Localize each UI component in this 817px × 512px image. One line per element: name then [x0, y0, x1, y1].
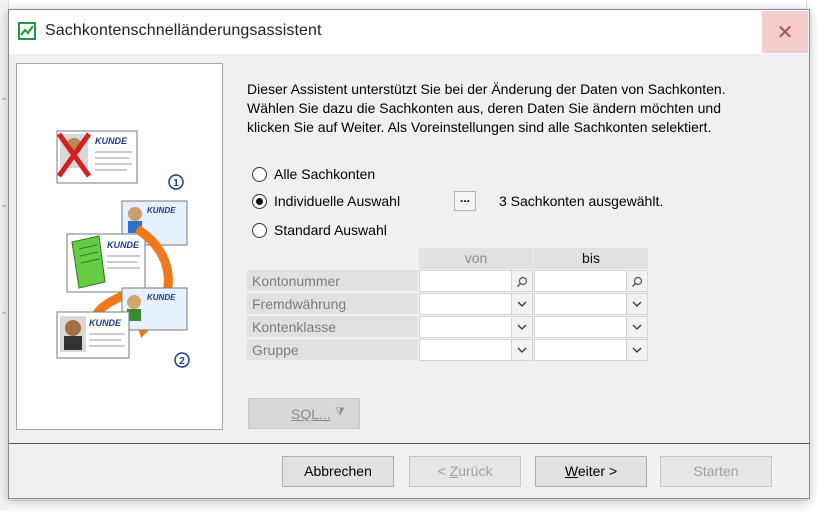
card-title: KUNDE: [95, 136, 128, 146]
group-from-dropdown[interactable]: [419, 339, 533, 361]
cancel-button[interactable]: Abbrechen: [282, 456, 394, 487]
collapse-marker-icon: ⌃: [0, 204, 9, 215]
account-number-to-field[interactable]: [534, 270, 648, 292]
window-title: Sachkontenschnelländerungsassistent: [45, 22, 322, 39]
account-class-from-dropdown[interactable]: [419, 316, 533, 338]
chevron-down-icon[interactable]: [626, 317, 647, 337]
radio-button[interactable]: [252, 166, 267, 182]
row-label-account-number: Kontonummer: [247, 270, 418, 292]
collapse-marker-icon: ⌃: [0, 97, 9, 108]
radio-label: Individuelle Auswahl: [274, 193, 401, 209]
chart-app-icon: [18, 22, 36, 40]
wizard-illustration: KUNDE 1 KUNDE KUNDE KUNDE KUNDE 2: [56, 130, 190, 368]
wizard-dialog: Sachkontenschnelländerungsassistent ✕ KU…: [8, 9, 810, 499]
intro-line: Wählen Sie dazu die Sachkonten aus, dere…: [247, 100, 721, 116]
radio-all-accounts[interactable]: Alle Sachkonten: [252, 164, 375, 184]
intro-text: Dieser Assistent unterstützt Sie bei der…: [247, 80, 792, 137]
grid-corner: [247, 248, 418, 269]
close-button[interactable]: ✕: [762, 11, 808, 53]
customer-card-bottom: KUNDE: [56, 311, 130, 359]
illustration-panel: KUNDE 1 KUNDE KUNDE KUNDE KUNDE 2: [16, 63, 223, 430]
customer-card-middle: KUNDE: [66, 233, 146, 293]
row-label-group: Gruppe: [247, 339, 418, 361]
search-icon[interactable]: [511, 271, 532, 291]
svg-text:KUNDE: KUNDE: [89, 318, 122, 328]
currency-from-dropdown[interactable]: [419, 293, 533, 315]
chevron-down-icon[interactable]: [511, 317, 532, 337]
column-header-from: von: [419, 248, 533, 269]
svg-text:KUNDE: KUNDE: [147, 206, 176, 215]
chevron-down-icon[interactable]: [511, 294, 532, 314]
sql-button[interactable]: SQL... ⧩: [248, 398, 360, 429]
intro-line: klicken Sie auf Weiter. Als Voreinstellu…: [247, 119, 712, 135]
title-bar: Sachkontenschnelländerungsassistent ✕: [9, 10, 809, 54]
account-class-to-dropdown[interactable]: [534, 316, 648, 338]
chevron-down-icon[interactable]: [511, 340, 532, 360]
row-label-foreign-currency: Fremdwährung: [247, 293, 418, 315]
account-number-from-field[interactable]: [419, 270, 533, 292]
radio-label: Standard Auswahl: [274, 222, 387, 238]
filter-icon: ⧩: [335, 406, 345, 418]
sql-button-label: SQL...: [291, 406, 331, 422]
radio-button-checked[interactable]: [252, 193, 267, 209]
selected-count-text: 3 Sachkonten ausgewählt.: [499, 193, 664, 209]
start-button[interactable]: Starten: [660, 456, 772, 487]
search-icon[interactable]: [626, 271, 647, 291]
step-two-label: 2: [179, 356, 185, 367]
group-to-dropdown[interactable]: [534, 339, 648, 361]
customer-card-crossed: KUNDE: [56, 130, 138, 184]
collapse-marker-icon: ⌃: [0, 311, 9, 322]
background-bottom-strip: [8, 500, 807, 512]
back-button[interactable]: < Zurück: [409, 456, 521, 487]
step-one-label: 1: [173, 178, 179, 189]
browse-selection-button[interactable]: ...: [454, 191, 476, 211]
radio-standard-selection[interactable]: Standard Auswahl: [252, 220, 387, 240]
chevron-down-icon[interactable]: [626, 294, 647, 314]
column-header-to: bis: [534, 248, 648, 269]
svg-text:KUNDE: KUNDE: [147, 293, 176, 302]
radio-label: Alle Sachkonten: [274, 166, 376, 182]
chevron-down-icon[interactable]: [626, 340, 647, 360]
row-label-account-class: Kontenklasse: [247, 316, 418, 338]
next-button[interactable]: Weiter >: [535, 456, 647, 487]
svg-text:KUNDE: KUNDE: [107, 240, 140, 250]
footer-separator: [9, 443, 809, 444]
radio-individual-selection[interactable]: Individuelle Auswahl: [252, 191, 400, 211]
currency-to-dropdown[interactable]: [534, 293, 648, 315]
intro-line: Dieser Assistent unterstützt Sie bei der…: [247, 81, 726, 97]
customer-card-lower: KUNDE: [121, 287, 188, 331]
close-icon: ✕: [776, 22, 794, 44]
radio-button[interactable]: [252, 222, 267, 238]
